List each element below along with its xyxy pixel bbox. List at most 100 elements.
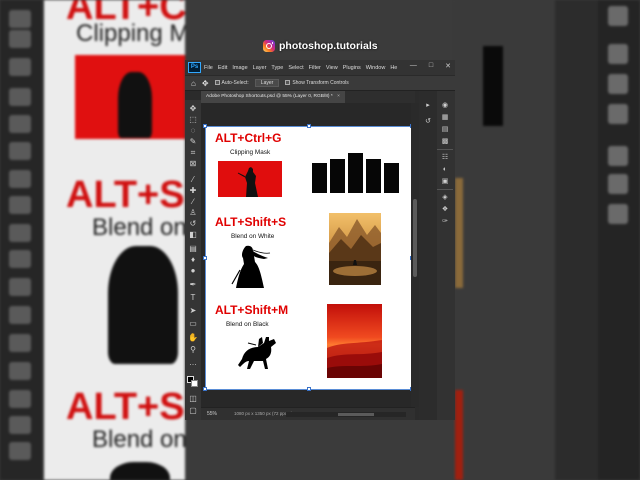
menu-bar: Ps File Edit Image Layer Type Select Fil… <box>185 60 455 75</box>
blurred-background-left: ALT+Ctrl+G Clipping Mask ALT+Shift+S Ble… <box>0 0 185 480</box>
move-tool-options-icon[interactable]: ✥ <box>202 79 209 88</box>
menu-view[interactable]: View <box>326 65 338 71</box>
auto-select-dropdown[interactable]: Layer <box>254 79 280 87</box>
healing-icon[interactable]: ✚ <box>188 186 198 196</box>
blurred-tool-icon <box>9 416 31 434</box>
section-title-clipping-mask: ALT+Ctrl+G <box>215 131 282 145</box>
menu-layer[interactable]: Layer <box>253 65 267 71</box>
blurred-image-edge <box>455 390 463 480</box>
blurred-right-panel <box>598 0 640 480</box>
options-bar: ⌂ ✥ Auto-Select: Layer Show Transform Co… <box>185 75 455 91</box>
blurred-title: ALT+Shift+M <box>66 386 185 428</box>
blur-icon[interactable]: ♦ <box>188 255 198 265</box>
menu-file[interactable]: File <box>204 65 213 71</box>
hand-icon[interactable]: ✋ <box>188 333 198 343</box>
clipping-mask-bar <box>366 159 381 193</box>
menu-select[interactable]: Select <box>288 65 303 71</box>
section-subtitle-blend-white: Blend on White <box>231 233 275 240</box>
blurred-silhouette <box>118 72 152 138</box>
transform-handle[interactable] <box>203 256 207 260</box>
photoshop-window: Ps File Edit Image Layer Type Select Fil… <box>185 60 455 420</box>
panel-divider <box>437 189 453 190</box>
channels-icon[interactable]: ❖ <box>440 205 450 214</box>
transform-handle[interactable] <box>307 387 311 391</box>
close-tab-icon[interactable]: × <box>337 94 340 99</box>
gradients-icon[interactable]: ▤ <box>440 125 450 134</box>
transform-handle[interactable] <box>203 387 207 391</box>
marquee-icon[interactable]: ⬚ <box>188 115 198 125</box>
blurred-tool-icon <box>9 142 31 160</box>
pen-icon[interactable]: ✒ <box>188 280 198 290</box>
close-window-button[interactable]: ✕ <box>445 62 451 70</box>
horizontal-scroll-thumb[interactable] <box>338 413 374 416</box>
vertical-scroll-thumb[interactable] <box>413 199 417 277</box>
history-brush-icon[interactable]: ↺ <box>188 219 198 229</box>
vertical-scrollbar[interactable] <box>411 103 419 407</box>
stamp-icon[interactable]: ♙ <box>188 208 198 218</box>
document-canvas[interactable]: ALT+Ctrl+G Clipping Mask ALT+Shift+S Ble… <box>203 124 414 391</box>
screen-mode-icon[interactable]: ▢ <box>188 406 198 416</box>
menu-help[interactable]: He <box>390 65 397 71</box>
swatches-icon[interactable]: ▦ <box>440 113 450 122</box>
instagram-watermark: photoshop.tutorials <box>263 40 378 52</box>
menu-plugins[interactable]: Plugins <box>343 65 361 71</box>
menu-filter[interactable]: Filter <box>309 65 321 71</box>
type-icon[interactable]: T <box>188 293 198 303</box>
rectangle-icon[interactable]: ▭ <box>188 319 198 329</box>
background-color-swatch[interactable] <box>191 380 198 387</box>
menu-window[interactable]: Window <box>366 65 386 71</box>
tools-panel: ✥ ⬚ ◌ ✎ ⌗ ⊠ ⁄ ✚ ∕ ♙ ↺ ◧ ▤ ♦ ● ✒ T ➤ ▭ ✋ … <box>185 100 201 420</box>
menu-edit[interactable]: Edit <box>218 65 227 71</box>
layers-icon[interactable]: ◈ <box>440 193 450 202</box>
more-tools-icon[interactable]: … <box>188 358 198 368</box>
patterns-icon[interactable]: ▩ <box>440 137 450 146</box>
section-subtitle-clipping-mask: Clipping Mask <box>230 149 271 156</box>
zoom-icon[interactable]: ⚲ <box>188 345 198 355</box>
section-subtitle-blend-black: Blend on Black <box>226 321 269 328</box>
eraser-icon[interactable]: ◧ <box>188 230 198 240</box>
blurred-tool-icon <box>9 196 31 214</box>
menu-image[interactable]: Image <box>232 65 247 71</box>
status-bar: 55% 1080 px x 1350 px (72 ppcm) <box>201 407 415 420</box>
clipping-mask-bar <box>384 163 399 193</box>
blurred-tool-icon <box>9 278 31 296</box>
auto-select-checkbox[interactable]: Auto-Select: <box>214 80 249 86</box>
dodge-icon[interactable]: ● <box>188 266 198 276</box>
move-icon[interactable]: ✥ <box>188 104 198 114</box>
history-icon[interactable]: ↺ <box>423 117 433 126</box>
blurred-tool-icon <box>9 30 31 48</box>
checkbox-icon <box>214 80 220 86</box>
canvas-area[interactable]: ALT+Ctrl+G Clipping Mask ALT+Shift+S Ble… <box>201 103 415 407</box>
color-icon[interactable]: ◉ <box>440 101 450 110</box>
lasso-icon[interactable]: ◌ <box>188 126 198 136</box>
minimize-button[interactable]: — <box>410 62 417 70</box>
warrior-silhouette-icon <box>237 167 258 197</box>
transform-handle[interactable] <box>203 124 207 128</box>
eyedropper-icon[interactable]: ⁄ <box>188 175 198 185</box>
crop-icon[interactable]: ⌗ <box>188 148 198 158</box>
arrange-icon[interactable]: ▸ <box>423 101 433 110</box>
show-transform-controls-label: Show Transform Controls <box>292 80 349 86</box>
brush-icon[interactable]: ∕ <box>188 197 198 207</box>
libraries-icon[interactable]: ▣ <box>440 177 450 186</box>
zoom-level[interactable]: 55% <box>207 411 217 417</box>
home-icon[interactable]: ⌂ <box>191 79 196 88</box>
paths-icon[interactable]: ✑ <box>440 217 450 226</box>
menu-type[interactable]: Type <box>271 65 283 71</box>
transform-handle[interactable] <box>307 124 311 128</box>
path-select-icon[interactable]: ➤ <box>188 306 198 316</box>
blurred-subtitle: Blend on White <box>92 214 185 241</box>
show-transform-controls-checkbox[interactable]: Show Transform Controls <box>285 80 349 86</box>
quick-select-icon[interactable]: ✎ <box>188 137 198 147</box>
properties-icon[interactable]: ☷ <box>440 153 450 162</box>
blurred-tool-icon <box>9 10 31 28</box>
document-tab[interactable]: Adobe Photoshop Shortcuts.psd @ 55% (Lay… <box>201 91 345 103</box>
adjustments-icon[interactable]: ◐ <box>440 165 450 174</box>
maximize-button[interactable]: □ <box>429 62 433 70</box>
quick-mask-icon[interactable]: ◫ <box>188 394 198 404</box>
gradient-icon[interactable]: ▤ <box>188 244 198 254</box>
horizontal-scrollbar[interactable] <box>286 412 406 417</box>
blurred-title: ALT+Shift+S <box>66 174 185 216</box>
blurred-panel-icon <box>608 204 628 224</box>
frame-icon[interactable]: ⊠ <box>188 159 198 169</box>
